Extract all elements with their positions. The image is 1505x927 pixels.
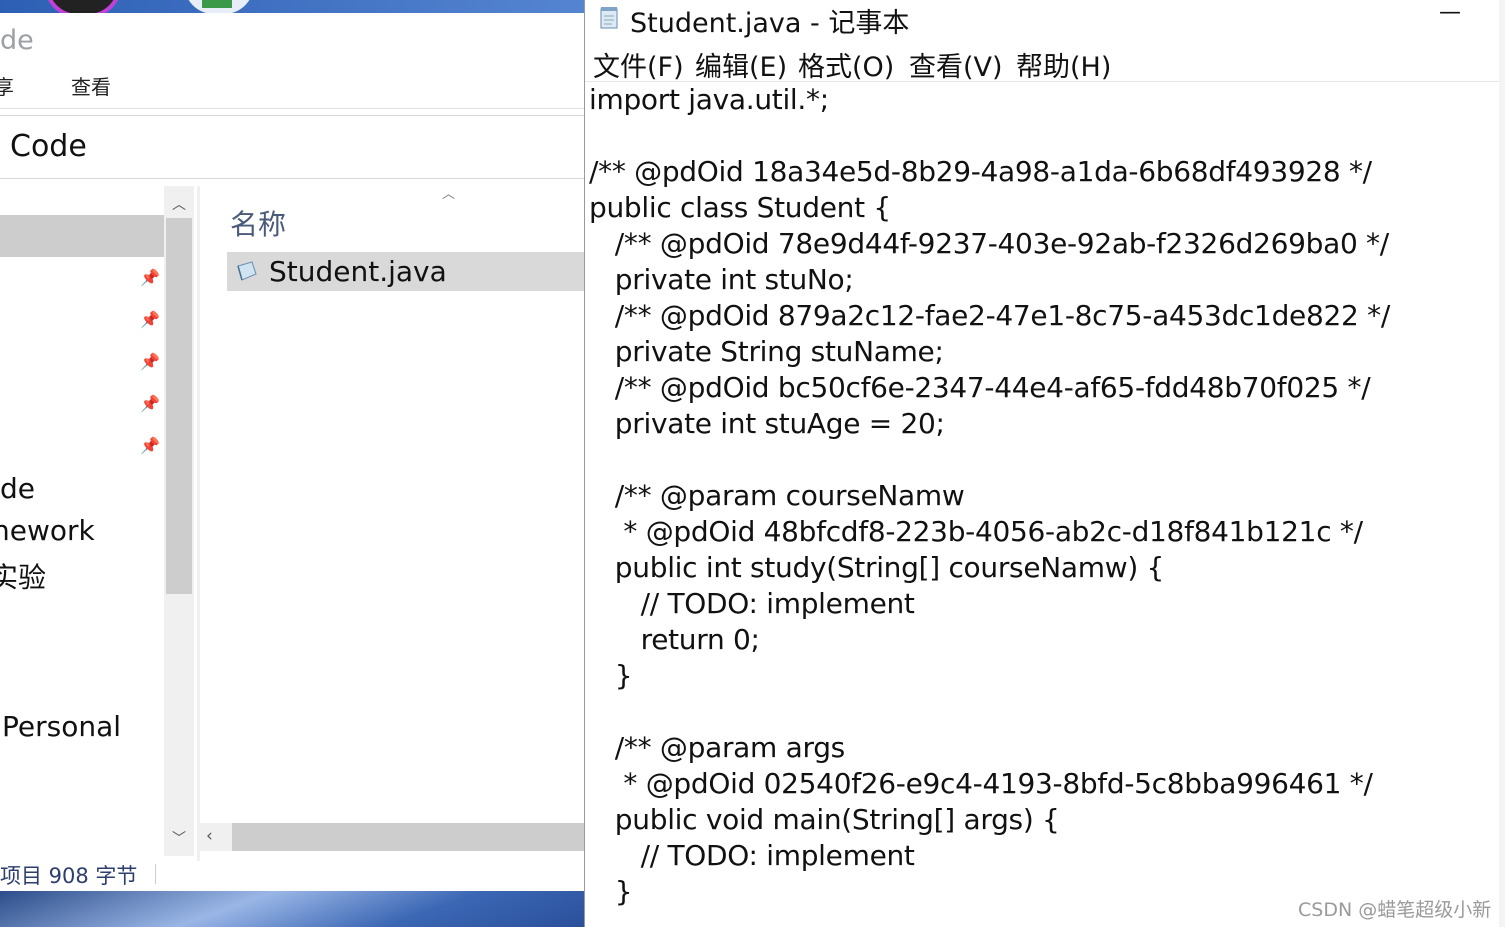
address-path: Code [10, 129, 87, 164]
file-row[interactable]: Student.java [227, 252, 584, 291]
menu-help[interactable]: 帮助(H) [1016, 45, 1111, 84]
nav-item-selected[interactable] [0, 215, 164, 257]
chevron-down-icon[interactable]: ﹀ [164, 826, 194, 852]
pin-icon[interactable]: 📌 [140, 394, 160, 413]
address-bar[interactable]: Code [0, 115, 584, 179]
pin-icon[interactable]: 📌 [140, 268, 160, 287]
horizontal-scrollbar[interactable]: ‹ [200, 823, 584, 851]
android-app-icon[interactable] [184, 0, 254, 14]
ribbon-tab-view[interactable]: 查看 [71, 71, 111, 100]
ribbon-divider [0, 108, 584, 109]
menu-format[interactable]: 格式(O) [798, 45, 894, 84]
navigation-pane: 📌 📌 📌 📌 📌 de nework 实验 Personal [0, 186, 164, 856]
watermark: CSDN @蜡笔超级小新 [1298, 899, 1492, 921]
ribbon-tab-share[interactable]: 享 [0, 71, 14, 100]
status-bar: 项目 908 字节 [0, 856, 584, 891]
java-file-icon [237, 261, 257, 281]
notepad-icon [600, 7, 618, 29]
pin-icon[interactable]: 📌 [140, 352, 160, 371]
window-title: de [0, 25, 34, 56]
scrollbar-thumb[interactable] [166, 218, 192, 594]
minimize-button[interactable]: — [1439, 0, 1461, 25]
window-title: Student.java - 记事本 [630, 8, 910, 39]
nav-scrollbar[interactable]: ︿ ﹀ [164, 186, 194, 856]
nav-item-label[interactable]: 实验 [0, 556, 46, 596]
nav-item-label[interactable]: nework [0, 514, 95, 547]
chevron-left-icon[interactable]: ‹ [206, 826, 213, 846]
nav-item-label[interactable]: Personal [2, 710, 121, 743]
nav-item-label[interactable]: de [0, 472, 35, 505]
file-name: Student.java [269, 255, 447, 288]
sort-ascending-icon: ︿ [442, 187, 456, 202]
pin-icon[interactable]: 📌 [140, 310, 160, 329]
menu-bar: 文件(F) 编辑(E) 格式(O) 查看(V) 帮助(H) [585, 43, 1505, 84]
pane-splitter[interactable] [197, 186, 200, 861]
scrollbar-thumb[interactable] [232, 823, 584, 851]
menu-edit[interactable]: 编辑(E) [695, 45, 787, 84]
status-text: 项目 908 字节 [0, 864, 138, 888]
app-icon[interactable] [48, 0, 118, 14]
pin-icon[interactable]: 📌 [140, 436, 160, 455]
menu-file[interactable]: 文件(F) [593, 45, 684, 84]
text-editor-area[interactable]: import java.util.*; /** @pdOid 18a34e5d-… [589, 82, 1390, 910]
file-explorer-window: de 享 查看 Code 📌 📌 📌 📌 📌 de nework 实验 Pers… [0, 13, 584, 891]
window-edge [1499, 0, 1505, 927]
column-header-name[interactable]: 名称 [230, 203, 286, 243]
notepad-window: Student.java - 记事本 — 文件(F) 编辑(E) 格式(O) 查… [584, 0, 1505, 927]
status-separator [155, 864, 156, 884]
menu-view[interactable]: 查看(V) [909, 45, 1003, 84]
chevron-up-icon[interactable]: ︿ [164, 192, 194, 218]
wallpaper [0, 891, 590, 927]
